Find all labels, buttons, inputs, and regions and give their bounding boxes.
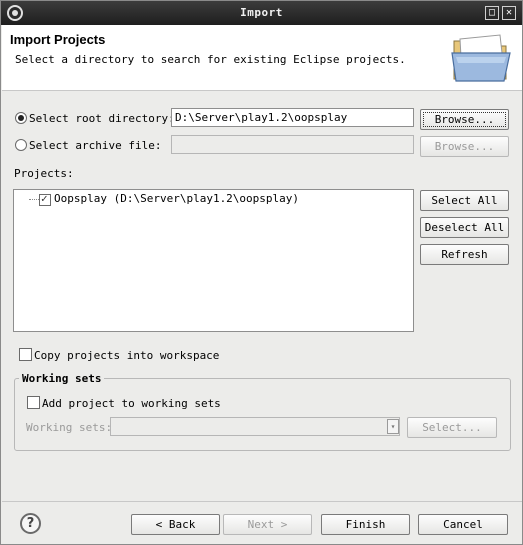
copy-into-workspace-checkbox[interactable] <box>19 348 32 361</box>
add-to-working-sets-label: Add project to working sets <box>42 397 221 410</box>
import-dialog: Import □ ✕ Import Projects Select a dire… <box>0 0 523 545</box>
close-icon[interactable]: ✕ <box>502 6 516 20</box>
title-bar: Import □ ✕ <box>1 1 522 25</box>
project-item-label[interactable]: Oopsplay (D:\Server\play1.2\oopsplay) <box>54 192 299 205</box>
refresh-button[interactable]: Refresh <box>420 244 509 265</box>
page-description: Select a directory to search for existin… <box>15 53 406 66</box>
project-checkbox[interactable] <box>39 192 51 206</box>
cancel-button[interactable]: Cancel <box>418 514 508 535</box>
select-root-radio[interactable] <box>15 112 27 124</box>
root-directory-input[interactable]: D:\Server\play1.2\oopsplay <box>171 108 414 127</box>
next-button[interactable]: Next > <box>223 514 312 535</box>
select-all-button[interactable]: Select All <box>420 190 509 211</box>
archive-file-input[interactable] <box>171 135 414 154</box>
browse-archive-button[interactable]: Browse... <box>420 136 509 157</box>
select-working-sets-button[interactable]: Select... <box>407 417 497 438</box>
projects-label: Projects: <box>14 167 74 180</box>
tree-connector <box>29 199 39 200</box>
finish-button[interactable]: Finish <box>321 514 410 535</box>
back-button[interactable]: < Back <box>131 514 220 535</box>
wizard-header: Import Projects Select a directory to se… <box>2 25 522 91</box>
select-root-label: Select root directory: <box>29 112 175 125</box>
select-archive-radio[interactable] <box>15 139 27 151</box>
projects-list[interactable]: Oopsplay (D:\Server\play1.2\oopsplay) <box>13 189 414 332</box>
working-sets-title: Working sets <box>19 372 105 385</box>
working-sets-label: Working sets: <box>26 421 113 434</box>
maximize-icon[interactable]: □ <box>485 6 499 20</box>
page-title: Import Projects <box>10 32 106 47</box>
copy-into-workspace-label: Copy projects into workspace <box>34 349 220 362</box>
chevron-down-icon[interactable]: ▾ <box>387 419 399 434</box>
browse-root-button[interactable]: Browse... <box>420 109 509 130</box>
add-to-working-sets-checkbox[interactable] <box>27 396 40 409</box>
deselect-all-button[interactable]: Deselect All <box>420 217 509 238</box>
folder-icon <box>451 34 511 82</box>
footer-separator <box>2 501 522 502</box>
help-icon[interactable]: ? <box>20 513 41 534</box>
working-sets-combo[interactable] <box>110 417 400 436</box>
select-archive-label: Select archive file: <box>29 139 162 152</box>
working-sets-group <box>14 378 511 451</box>
window-title: Import <box>240 6 283 19</box>
